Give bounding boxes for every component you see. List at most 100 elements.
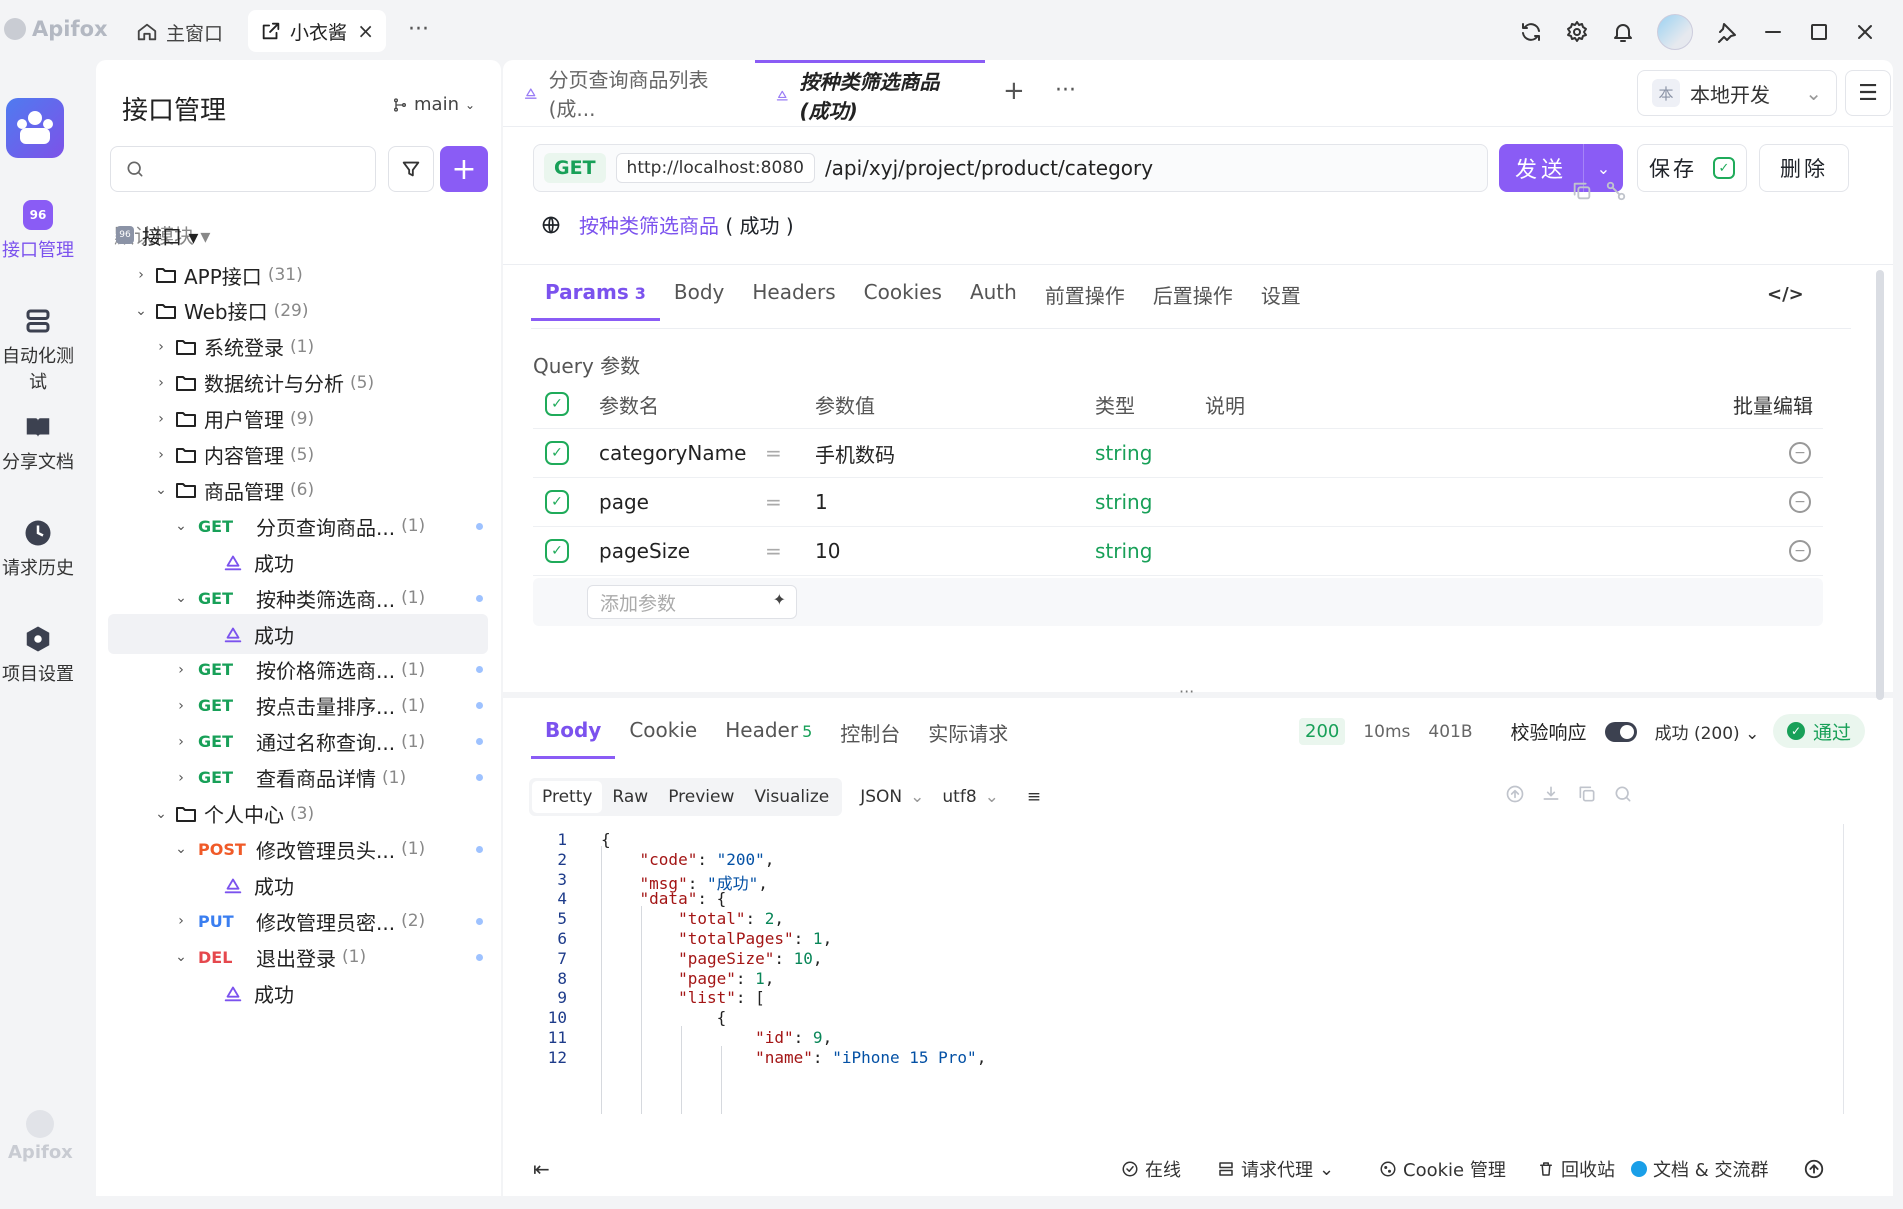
chevron-right-icon[interactable]: ›	[172, 913, 190, 929]
tree-api-item[interactable]: › GET 按价格筛选商... (1)	[96, 650, 501, 690]
tab-auth[interactable]: Auth	[956, 280, 1031, 321]
tree-folder[interactable]: › 内容管理 (5)	[96, 435, 501, 475]
proxy-button[interactable]: 请求代理 ⌄	[1217, 1156, 1334, 1182]
param-name[interactable]: pageSize	[599, 539, 690, 563]
wrap-icon[interactable]: ≡	[1027, 787, 1041, 807]
share-icon[interactable]	[1605, 180, 1627, 202]
cookie-button[interactable]: Cookie 管理	[1379, 1156, 1506, 1182]
tree-folder[interactable]: ⌄ 商品管理 (6)	[96, 470, 501, 510]
format-visualize[interactable]: Visualize	[744, 781, 839, 813]
tab-post-actions[interactable]: 后置操作	[1139, 280, 1247, 321]
tree-api-item[interactable]: › GET 按点击量排序... (1)	[96, 686, 501, 726]
code-icon[interactable]: </>	[1767, 284, 1804, 305]
batch-edit-button[interactable]: 批量编辑	[1733, 390, 1813, 419]
validate-toggle[interactable]	[1604, 721, 1637, 742]
gear-icon[interactable]	[1565, 20, 1589, 44]
search-icon[interactable]	[1613, 784, 1633, 804]
chevron-down-icon[interactable]: ⌄	[172, 590, 190, 606]
remove-icon[interactable]: −	[1789, 540, 1811, 562]
tree-case-item[interactable]: 成功	[96, 865, 501, 905]
tree-api-item[interactable]: ⌄ POST 修改管理员头... (1)	[96, 829, 501, 869]
chevron-down-icon[interactable]: ⌄	[172, 949, 190, 965]
tree-root[interactable]: 96 接口 ▾	[96, 215, 501, 255]
collapse-icon[interactable]: ⇤	[533, 1157, 550, 1181]
rail-item-automation[interactable]: 自动化测试	[0, 306, 76, 394]
trash-button[interactable]: 回收站	[1537, 1156, 1615, 1182]
rail-item-api-management[interactable]: 96 接口管理	[0, 200, 76, 262]
encoding-select[interactable]: utf8 ⌄	[942, 787, 999, 807]
format-preview[interactable]: Preview	[658, 781, 744, 813]
rail-item-settings[interactable]: 项目设置	[0, 624, 76, 686]
add-param-input[interactable]: 添加参数 ✦	[587, 585, 797, 619]
tree-api-item[interactable]: › GET 查看商品详情 (1)	[96, 758, 501, 798]
response-code-viewer[interactable]: 1{2 "code": "200", 3 "msg": "成功", 4 "data"…	[533, 824, 1829, 1114]
chevron-right-icon[interactable]: ›	[172, 734, 190, 750]
chevron-right-icon[interactable]: ›	[172, 662, 190, 678]
online-status[interactable]: 在线	[1121, 1156, 1181, 1182]
chevron-right-icon[interactable]: ›	[172, 698, 190, 714]
chevron-down-icon[interactable]: ⌄	[172, 518, 190, 534]
param-value[interactable]: 手机数码	[815, 439, 895, 468]
save-button[interactable]: 保存 ✓	[1637, 144, 1747, 192]
tree-folder[interactable]: › APP接口 (31)	[96, 255, 501, 295]
remove-icon[interactable]: −	[1789, 491, 1811, 513]
lang-select[interactable]: JSON ⌄	[860, 787, 924, 807]
main-scrollbar[interactable]	[1876, 270, 1884, 700]
format-raw[interactable]: Raw	[602, 781, 658, 813]
format-pretty[interactable]: Pretty	[532, 781, 603, 813]
tab-request-1[interactable]: 分页查询商品列表 (成...	[503, 60, 753, 126]
environment-selector[interactable]: 本 本地开发 ⌄	[1637, 70, 1837, 116]
tree-api-item[interactable]: › PUT 修改管理员密... (2)	[96, 901, 501, 941]
tab-project[interactable]: 小衣酱 ×	[248, 10, 386, 52]
sync-icon[interactable]	[1519, 20, 1543, 44]
pin-icon[interactable]	[1715, 20, 1739, 44]
magic-icon[interactable]: ✦	[773, 590, 786, 609]
more-tabs-button[interactable]: ···	[408, 17, 429, 42]
chevron-right-icon[interactable]: ›	[152, 375, 170, 391]
tree-folder[interactable]: ⌄ 个人中心 (3)	[96, 794, 501, 834]
tree-case-item[interactable]: 成功	[96, 542, 501, 582]
chevron-down-icon[interactable]: ⌄	[152, 482, 170, 498]
chevron-down-icon[interactable]: ⌄	[132, 303, 150, 319]
tab-response-cookie[interactable]: Cookie	[615, 718, 711, 759]
tree-folder[interactable]: › 用户管理 (9)	[96, 399, 501, 439]
chevron-right-icon[interactable]: ›	[152, 447, 170, 463]
upload-icon[interactable]	[1505, 784, 1525, 804]
filter-button[interactable]	[388, 146, 434, 192]
param-type[interactable]: string	[1095, 441, 1152, 465]
param-checkbox[interactable]: ✓	[545, 490, 569, 514]
tab-more-button[interactable]: ···	[1055, 78, 1076, 103]
tree-api-item[interactable]: ⌄ DEL 退出登录 (1)	[96, 937, 501, 977]
tab-body[interactable]: Body	[660, 280, 739, 321]
param-name[interactable]: categoryName	[599, 441, 746, 465]
drag-handle-icon[interactable]: ···	[1179, 682, 1194, 701]
tree-api-item[interactable]: ⌄ GET 按种类筛选商... (1)	[96, 578, 501, 618]
search-input[interactable]	[110, 146, 376, 192]
new-tab-button[interactable]: +	[1003, 76, 1025, 106]
host-field[interactable]: http://localhost:8080	[615, 153, 815, 183]
remove-icon[interactable]: −	[1789, 442, 1811, 464]
tree-api-item[interactable]: › GET 通过名称查询... (1)	[96, 722, 501, 762]
param-value[interactable]: 1	[815, 490, 828, 514]
url-bar[interactable]: GET http://localhost:8080 /api/xyj/proje…	[533, 144, 1488, 192]
tab-close-icon[interactable]: ×	[357, 19, 374, 43]
tree-folder[interactable]: › 系统登录 (1)	[96, 327, 501, 367]
tree-case-item[interactable]: 成功	[96, 973, 501, 1013]
minimize-icon[interactable]	[1761, 20, 1785, 44]
chevron-right-icon[interactable]: ›	[172, 770, 190, 786]
rail-item-share-docs[interactable]: 分享文档	[0, 412, 76, 474]
chevron-down-icon[interactable]: ⌄	[152, 806, 170, 822]
copy-icon[interactable]	[1577, 784, 1597, 804]
param-type[interactable]: string	[1095, 539, 1152, 563]
tab-console[interactable]: 控制台	[826, 718, 914, 759]
chevron-right-icon[interactable]: ›	[132, 267, 150, 283]
tree-folder[interactable]: ⌄ Web接口 (29)	[96, 291, 501, 331]
param-value[interactable]: 10	[815, 539, 840, 563]
upload-circle-icon[interactable]	[1803, 1158, 1825, 1180]
copy-icon[interactable]	[1571, 180, 1593, 202]
api-name[interactable]: 按种类筛选商品	[579, 214, 719, 238]
param-type[interactable]: string	[1095, 490, 1152, 514]
tab-response-header[interactable]: Header 5	[711, 718, 826, 759]
validate-select[interactable]: 成功 (200) ⌄	[1655, 719, 1760, 744]
tab-settings[interactable]: 设置	[1247, 280, 1315, 321]
